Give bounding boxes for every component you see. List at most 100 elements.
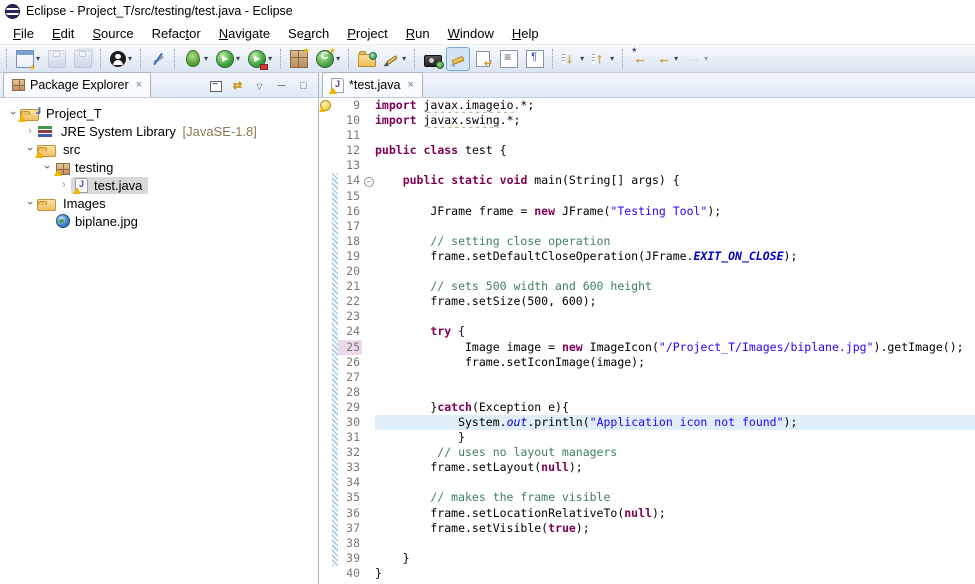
minimize-icon[interactable] (275, 80, 288, 92)
tree-item-images[interactable]: ›Images (0, 194, 318, 212)
collapse-all-icon[interactable] (210, 81, 222, 92)
java-file-icon (331, 78, 344, 93)
dropdown-arrow-icon[interactable]: ▾ (236, 54, 240, 63)
line-number: 17 (338, 219, 362, 234)
dropdown-arrow-icon[interactable]: ▾ (336, 54, 340, 63)
code-line-12: 12public class test { (319, 143, 975, 158)
show-whitespace-button[interactable] (522, 47, 548, 71)
menu-file[interactable]: File (4, 24, 43, 43)
tree-item-jre-system-library[interactable]: ›JRE System Library [JavaSE-1.8] (0, 122, 318, 140)
dropdown-arrow-icon[interactable]: ▾ (402, 54, 406, 63)
dropdown-arrow-icon[interactable]: ▾ (704, 54, 708, 63)
fold-column (362, 158, 375, 173)
line-number: 23 (338, 309, 362, 324)
tree-item-src[interactable]: ›src (0, 140, 318, 158)
dropdown-arrow-icon[interactable]: ▾ (580, 54, 584, 63)
dropdown-arrow-icon[interactable]: ▾ (204, 54, 208, 63)
mark-occurrences-button[interactable] (446, 47, 470, 71)
annotation-column (319, 475, 332, 490)
debug-button[interactable]: ▾ (180, 47, 212, 71)
expander-icon[interactable]: › (23, 125, 37, 137)
menu-refactor[interactable]: Refactor (143, 24, 210, 43)
annotation-column (319, 204, 332, 219)
src-folder-icon (37, 145, 56, 157)
folder-open-icon (37, 199, 56, 211)
maximize-icon[interactable] (297, 80, 310, 92)
menu-help[interactable]: Help (503, 24, 548, 43)
show-source-icon (476, 51, 490, 67)
annotation-column (319, 400, 332, 415)
show-source-button[interactable] (470, 47, 496, 71)
menu-bar: FileEditSourceRefactorNavigateSearchProj… (0, 22, 975, 44)
project-tree: ›Project_T›JRE System Library [JavaSE-1.… (0, 98, 318, 230)
external-tools-button[interactable]: ▾ (244, 47, 276, 71)
expander-icon[interactable]: › (57, 179, 71, 191)
code-text: // setting close operation (375, 234, 975, 249)
line-number: 27 (338, 370, 362, 385)
user-profile-button[interactable]: ▾ (106, 47, 136, 71)
dropdown-arrow-icon[interactable]: ▾ (128, 54, 132, 63)
tab-package-explorer[interactable]: Package Explorer × (3, 72, 151, 97)
code-editor[interactable]: 9import javax.imageio.*;10import javax.s… (319, 98, 975, 584)
close-icon[interactable]: × (136, 79, 142, 91)
close-icon[interactable]: × (407, 79, 413, 91)
code-text: frame.setLayout(null); (375, 460, 975, 475)
dropdown-arrow-icon[interactable]: ▾ (36, 54, 40, 63)
line-number: 13 (338, 158, 362, 173)
last-edit-location-button[interactable] (628, 47, 652, 71)
show-whitespace-icon (526, 50, 544, 68)
next-annotation-button[interactable]: ▾ (558, 47, 588, 71)
dropdown-arrow-icon[interactable]: ▾ (610, 54, 614, 63)
tree-item-testing[interactable]: ›testing (0, 158, 318, 176)
save-button[interactable] (44, 47, 70, 71)
tree-item-project-t[interactable]: ›Project_T (0, 104, 318, 122)
eclipse-logo-icon (5, 4, 20, 19)
menu-edit[interactable]: Edit (43, 24, 83, 43)
dropdown-arrow-icon[interactable]: ▾ (674, 54, 678, 63)
code-text: public static void main(String[] args) { (375, 173, 975, 188)
forward-button[interactable]: ▾ (682, 47, 712, 71)
code-line-13: 13 (319, 158, 975, 173)
toolbar-separator (140, 49, 142, 69)
new-java-class-button[interactable]: ▾ (312, 47, 344, 71)
expander-icon[interactable]: › (24, 196, 36, 210)
tab-test-java[interactable]: *test.java × (322, 72, 423, 97)
open-type-button[interactable] (354, 47, 380, 71)
code-text: } (375, 430, 975, 445)
menu-search[interactable]: Search (279, 24, 338, 43)
open-element-button[interactable]: ▾ (380, 47, 410, 71)
line-number: 38 (338, 536, 362, 551)
menu-source[interactable]: Source (83, 24, 142, 43)
new-wizard-button[interactable]: ▾ (12, 47, 44, 71)
fold-column (362, 309, 375, 324)
previous-annotation-button[interactable]: ▾ (588, 47, 618, 71)
collapse-icon[interactable]: − (364, 177, 374, 187)
line-number: 37 (338, 521, 362, 536)
code-line-32: 32 // uses no layout managers (319, 445, 975, 460)
new-java-project-button[interactable] (286, 47, 312, 71)
fold-column (362, 189, 375, 204)
line-number: 19 (338, 249, 362, 264)
tree-item-test-java[interactable]: ›test.java (0, 176, 318, 194)
screenshot-button[interactable] (420, 47, 446, 71)
annotation-column (319, 340, 332, 355)
menu-window[interactable]: Window (439, 24, 503, 43)
fold-column (362, 490, 375, 505)
view-menu-icon[interactable] (253, 80, 266, 92)
menu-project[interactable]: Project (338, 24, 396, 43)
dropdown-arrow-icon[interactable]: ▾ (268, 54, 272, 63)
fold-column (362, 113, 375, 128)
menu-navigate[interactable]: Navigate (210, 24, 279, 43)
block-selection-button[interactable] (146, 47, 170, 71)
tree-item-biplane-jpg[interactable]: biplane.jpg (0, 212, 318, 230)
show-outline-button[interactable] (496, 47, 522, 71)
menu-run[interactable]: Run (397, 24, 439, 43)
annotation-column (319, 294, 332, 309)
editor-tab-label: *test.java (349, 78, 400, 92)
save-all-button[interactable] (70, 47, 96, 71)
run-button[interactable]: ▾ (212, 47, 244, 71)
expander-icon[interactable]: › (41, 160, 53, 174)
annotation-column (319, 98, 332, 113)
link-with-editor-icon[interactable] (231, 80, 244, 92)
back-button[interactable]: ▾ (652, 47, 682, 71)
